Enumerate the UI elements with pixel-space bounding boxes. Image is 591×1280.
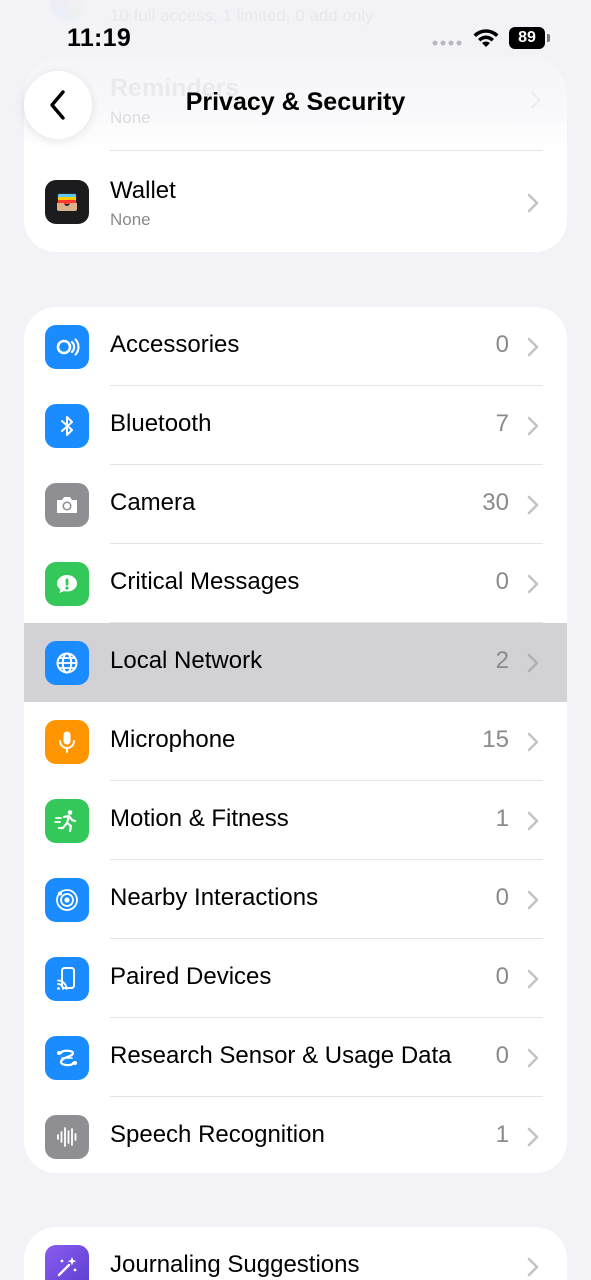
motion-fitness-icon — [45, 799, 89, 843]
wifi-icon — [473, 29, 499, 47]
bluetooth-icon — [45, 404, 89, 448]
list-item-motion-fitness[interactable]: Motion & Fitness 1 — [24, 781, 567, 860]
item-label: Microphone — [110, 726, 236, 753]
item-label: Journaling Suggestions — [110, 1251, 360, 1278]
item-label: Local Network — [110, 647, 263, 674]
page-title: Privacy & Security — [185, 88, 406, 116]
wallet-label: Wallet — [110, 177, 176, 204]
chevron-right-icon — [527, 653, 539, 673]
research-sensor-icon — [45, 1036, 89, 1080]
chevron-right-icon — [527, 416, 539, 436]
list-item-camera[interactable]: Camera 30 — [24, 465, 567, 544]
ghost-partial-text: 10 full access, 1 limited, 0 add only — [110, 6, 374, 25]
chevron-right-icon — [527, 1257, 539, 1277]
item-count: 0 — [495, 1042, 509, 1069]
battery-indicator: 89 — [509, 27, 551, 49]
item-count: 0 — [495, 331, 509, 358]
ghost-app-icon — [50, 0, 84, 20]
item-count: 15 — [482, 726, 509, 753]
wallet-value: None — [110, 210, 151, 229]
item-label: Research Sensor & Usage Data — [110, 1042, 452, 1069]
chevron-right-icon — [527, 1048, 539, 1068]
wallet-row[interactable]: Wallet None — [24, 173, 567, 252]
chevron-right-icon — [527, 1127, 539, 1147]
item-label: Camera — [110, 489, 196, 516]
accessories-icon — [45, 325, 89, 369]
microphone-icon — [45, 720, 89, 764]
list-item-paired-devices[interactable]: Paired Devices 0 — [24, 939, 567, 1018]
item-label: Bluetooth — [110, 410, 212, 437]
item-label: Paired Devices — [110, 963, 272, 990]
item-count: 1 — [495, 805, 509, 832]
battery-level: 89 — [509, 27, 545, 49]
chevron-right-icon — [527, 337, 539, 357]
battery-tip — [547, 34, 550, 42]
item-count: 0 — [495, 963, 509, 990]
list-item-accessories[interactable]: Accessories 0 — [24, 307, 567, 386]
chevron-right-icon — [527, 495, 539, 515]
item-label: Motion & Fitness — [110, 805, 289, 832]
chevron-right-icon — [527, 574, 539, 594]
critical-messages-icon — [45, 562, 89, 606]
item-count: 0 — [495, 884, 509, 911]
chevron-right-icon — [527, 732, 539, 752]
item-label: Nearby Interactions — [110, 884, 319, 911]
nearby-interactions-icon — [45, 878, 89, 922]
cellular-signal-icon — [432, 40, 462, 46]
status-time: 11:19 — [67, 24, 132, 52]
list-item-local-network[interactable]: Local Network 2 — [24, 623, 567, 702]
item-count: 2 — [495, 647, 509, 674]
globe-icon — [45, 641, 89, 685]
item-count: 0 — [495, 568, 509, 595]
item-label: Speech Recognition — [110, 1121, 325, 1148]
separator — [110, 150, 543, 151]
journaling-suggestions-icon — [45, 1245, 89, 1280]
wallet-icon — [45, 180, 89, 224]
item-count: 1 — [495, 1121, 509, 1148]
chevron-right-icon — [527, 811, 539, 831]
list-item-research-sensor[interactable]: Research Sensor & Usage Data 0 — [24, 1018, 567, 1097]
list-item-speech-recognition[interactable]: Speech Recognition 1 — [24, 1097, 567, 1173]
chevron-right-icon — [527, 193, 539, 213]
list-item-critical-messages[interactable]: Critical Messages 0 — [24, 544, 567, 623]
item-label: Accessories — [110, 331, 240, 358]
list-item-journaling-suggestions[interactable]: Journaling Suggestions — [24, 1227, 567, 1280]
speech-recognition-icon — [45, 1115, 89, 1159]
list-item-bluetooth[interactable]: Bluetooth 7 — [24, 386, 567, 465]
camera-icon — [45, 483, 89, 527]
permissions-card: Accessories 0 Bluetooth 7 Camera 30 Crit… — [24, 307, 567, 1173]
chevron-right-icon — [527, 969, 539, 989]
list-item-nearby-interactions[interactable]: Nearby Interactions 0 — [24, 860, 567, 939]
item-label: Critical Messages — [110, 568, 300, 595]
paired-devices-icon — [45, 957, 89, 1001]
item-count: 7 — [495, 410, 509, 437]
journaling-card: Journaling Suggestions — [24, 1227, 567, 1280]
chevron-right-icon — [527, 890, 539, 910]
item-count: 30 — [482, 489, 509, 516]
list-item-microphone[interactable]: Microphone 15 — [24, 702, 567, 781]
